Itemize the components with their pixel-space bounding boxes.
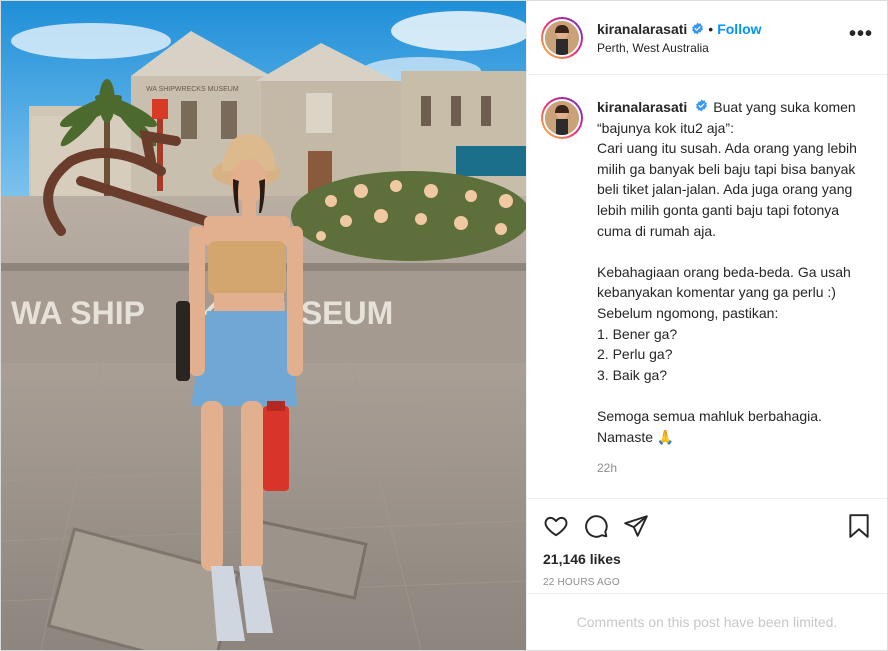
likes-count[interactable]: 21,146 likes: [543, 551, 871, 567]
post-photo[interactable]: WA SHIPWRECKS MUSEUM WA SHIP MUSEUM: [1, 1, 526, 650]
post-container: WA SHIPWRECKS MUSEUM WA SHIP MUSEUM kira…: [0, 0, 888, 651]
post-timestamp[interactable]: 22 HOURS AGO: [543, 577, 871, 588]
post-actions: 21,146 likes 22 HOURS AGO Comments on th…: [527, 498, 887, 650]
follow-button[interactable]: Follow: [717, 21, 761, 37]
location-link[interactable]: Perth, West Australia: [597, 41, 841, 55]
building-sign: WA SHIPWRECKS MUSEUM: [146, 86, 239, 93]
post-header: kiranalarasati • Follow Perth, West Aust…: [527, 1, 887, 75]
bookmark-icon[interactable]: [847, 513, 871, 539]
caption-timestamp[interactable]: 22h: [597, 461, 873, 475]
photo-illustration: WA SHIPWRECKS MUSEUM WA SHIP MUSEUM: [1, 1, 526, 650]
caption-area: kiranalarasati Buat yang suka komen “baju…: [527, 75, 887, 498]
verified-badge-icon: [691, 22, 704, 35]
heart-icon[interactable]: [543, 513, 569, 539]
more-options-icon[interactable]: •••: [849, 24, 873, 47]
username[interactable]: kiranalarasati: [597, 21, 687, 37]
avatar[interactable]: [541, 16, 583, 59]
caption-text: kiranalarasati Buat yang suka komen “baju…: [597, 97, 873, 447]
post-side-panel: kiranalarasati • Follow Perth, West Aust…: [526, 1, 887, 650]
paper-plane-icon[interactable]: [623, 513, 649, 539]
comments-limited-notice: Comments on this post have been limited.: [527, 593, 887, 650]
caption-avatar[interactable]: [541, 97, 583, 139]
caption-body: Buat yang suka komen “bajunya kok itu2 a…: [597, 99, 857, 445]
separator-dot: •: [708, 20, 714, 37]
caption-username[interactable]: kiranalarasati: [597, 99, 687, 115]
comment-icon[interactable]: [583, 513, 609, 539]
caption-verified-badge-icon: [695, 99, 708, 112]
